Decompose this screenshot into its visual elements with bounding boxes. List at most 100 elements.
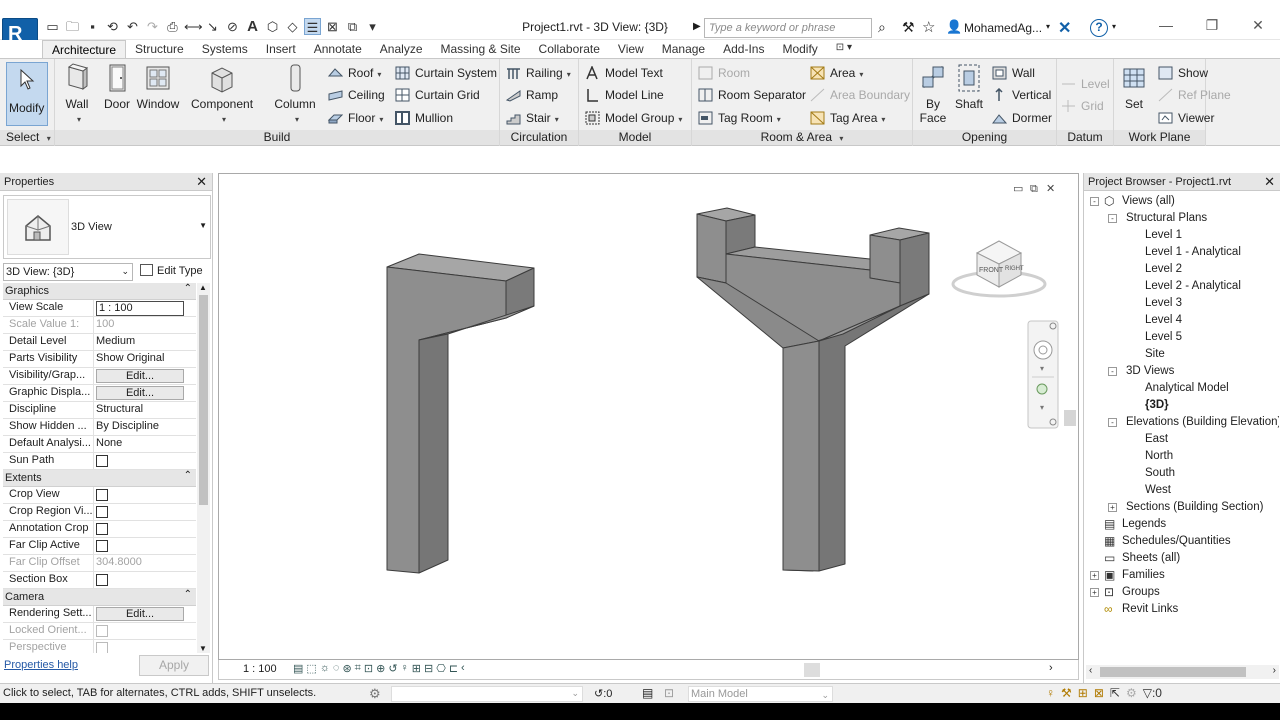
curtain-system-button[interactable]: Curtain System xyxy=(395,64,497,82)
user-dropdown-icon[interactable]: ▾ xyxy=(1046,22,1050,31)
window-button[interactable]: Window xyxy=(136,63,180,111)
close-hidden-icon[interactable]: ⊠ xyxy=(324,18,341,35)
by-face-button[interactable]: By Face xyxy=(913,63,953,125)
show-button[interactable]: Show xyxy=(1158,64,1208,82)
edit-button[interactable]: Edit... xyxy=(96,386,184,400)
tab-analyze[interactable]: Analyze xyxy=(371,40,432,58)
search-expand-icon[interactable]: ▶ xyxy=(693,21,701,32)
constraints-icon[interactable]: ⊏ xyxy=(449,662,458,675)
dimension-icon[interactable]: ↘ xyxy=(204,18,221,35)
property-checkbox[interactable] xyxy=(96,455,108,467)
browser-item[interactable]: - Structural Plans xyxy=(1086,210,1279,227)
browser-item[interactable]: - Elevations (Building Elevation) xyxy=(1086,414,1279,431)
reveal-hidden-icon[interactable]: ♀ xyxy=(401,662,409,675)
tag-room-button[interactable]: Tag Room ▾ xyxy=(698,109,781,127)
user-icon[interactable]: 👤 xyxy=(946,19,962,35)
tab-insert[interactable]: Insert xyxy=(257,40,305,58)
browser-item[interactable]: Level 2 - Analytical xyxy=(1086,278,1279,295)
tab-view[interactable]: View xyxy=(609,40,653,58)
tab-modify[interactable]: Modify xyxy=(773,40,826,58)
worksets-icon[interactable]: ⚙ xyxy=(369,686,381,702)
print-icon[interactable]: ⎙ xyxy=(164,18,181,35)
filter-icon[interactable]: ▽:0 xyxy=(1143,686,1162,700)
zoom-icon[interactable] xyxy=(1036,383,1048,395)
tab-structure[interactable]: Structure xyxy=(126,40,193,58)
panel-room-area-label[interactable]: Room & Area ▾ xyxy=(692,130,912,145)
collapse-icon[interactable]: - xyxy=(1108,214,1117,223)
steering-wheel-icon[interactable] xyxy=(1033,340,1053,360)
level-button[interactable]: Level xyxy=(1061,75,1110,93)
room-button[interactable]: Room xyxy=(698,64,750,82)
view-vertical-scroll-thumb[interactable] xyxy=(1064,410,1076,426)
browser-item[interactable]: -3D Views xyxy=(1086,363,1279,380)
collapse-icon[interactable]: - xyxy=(1090,197,1099,206)
edit-button[interactable]: Edit... xyxy=(96,369,184,383)
expand-icon[interactable]: + xyxy=(1090,588,1099,597)
browser-scrollbar[interactable]: ‹ › xyxy=(1086,665,1279,679)
select-pinned-icon[interactable]: ⊞ xyxy=(1078,686,1088,700)
browser-item[interactable]: Level 2 xyxy=(1086,261,1279,278)
switch-windows-icon[interactable]: ⧉ xyxy=(344,18,361,35)
hscroll-right-icon[interactable]: › xyxy=(1049,662,1053,674)
text-icon[interactable]: A xyxy=(244,18,261,35)
y-shaped-column[interactable] xyxy=(696,207,930,572)
property-checkbox[interactable] xyxy=(96,506,108,518)
roof-button[interactable]: Roof ▾ xyxy=(328,64,381,82)
browser-item[interactable]: Site xyxy=(1086,346,1279,363)
tab-systems[interactable]: Systems xyxy=(193,40,257,58)
property-value[interactable]: By Discipline xyxy=(96,420,159,432)
collapse-icon[interactable]: - xyxy=(1108,418,1117,427)
highlight-displacement-icon[interactable]: ⎔ xyxy=(436,662,446,675)
3d-viewport[interactable]: FRONT RIGHT ▾ ▾ ▭ ⧉ ✕ xyxy=(218,173,1079,660)
section-icon[interactable]: ◇ xyxy=(284,18,301,35)
binoculars-icon[interactable]: ⌕ xyxy=(878,19,886,36)
worksharing-icon[interactable]: ⊞ xyxy=(412,662,421,675)
ribbon-minimize-toggle[interactable]: ⊡ ▾ xyxy=(827,40,861,58)
property-value[interactable]: Show Original xyxy=(96,352,164,364)
browser-item[interactable]: Level 1 - Analytical xyxy=(1086,244,1279,261)
folder-icon[interactable]: 🗀 xyxy=(64,18,81,35)
show-crop-icon[interactable]: ⊡ xyxy=(364,662,373,675)
collapse-group-icon[interactable]: ⌃ xyxy=(184,283,192,294)
model-text-button[interactable]: Model Text xyxy=(585,64,663,82)
type-selector[interactable]: 3D View ▼ xyxy=(3,195,211,259)
tag-area-button[interactable]: Tag Area ▾ xyxy=(810,109,885,127)
active-workset-select[interactable]: ⌄ xyxy=(391,686,583,702)
measure-icon[interactable]: ⟷ xyxy=(184,18,203,35)
background-process-icon[interactable]: ⚙ xyxy=(1126,686,1137,700)
view-window-controls[interactable]: ▭ ⧉ ✕ xyxy=(1013,183,1055,195)
visual-style-icon[interactable]: ⬚ xyxy=(306,662,316,675)
subscription-icon[interactable]: ⚒ xyxy=(902,19,915,36)
vertical-opening-button[interactable]: Vertical xyxy=(992,86,1051,104)
grid-button[interactable]: Grid xyxy=(1061,97,1104,115)
railing-button[interactable]: Railing ▾ xyxy=(506,64,571,82)
favorites-icon[interactable]: ☆ xyxy=(922,18,935,36)
property-checkbox[interactable] xyxy=(96,574,108,586)
minimize-button[interactable]: — xyxy=(1143,14,1189,36)
properties-help-link[interactable]: Properties help xyxy=(4,659,78,671)
navigation-bar[interactable]: ▾ ▾ xyxy=(1027,320,1059,429)
property-checkbox[interactable] xyxy=(96,540,108,552)
column-button[interactable]: Column ▾ xyxy=(270,63,320,125)
property-checkbox[interactable] xyxy=(96,523,108,535)
lock-view-icon[interactable]: ⊕ xyxy=(376,662,385,675)
apply-button[interactable]: Apply xyxy=(139,655,209,676)
analytical-model-icon[interactable]: ⊟ xyxy=(424,662,433,675)
collapse-group-icon[interactable]: ⌃ xyxy=(184,470,192,481)
detail-level-icon[interactable]: ▤ xyxy=(293,662,303,675)
select-by-face-icon[interactable]: ⊠ xyxy=(1094,686,1104,700)
type-dropdown-icon[interactable]: ▼ xyxy=(199,221,207,230)
browser-item[interactable]: ∞ Revit Links xyxy=(1086,601,1279,618)
property-value[interactable]: Structural xyxy=(96,403,143,415)
l-shaped-column[interactable] xyxy=(386,253,535,574)
floor-button[interactable]: Floor ▾ xyxy=(328,109,383,127)
property-group-extents[interactable]: Extents ⌃ xyxy=(3,470,196,487)
browser-item[interactable]: + ⊡ Groups xyxy=(1086,584,1279,601)
help-dropdown-icon[interactable]: ▾ xyxy=(1112,22,1116,31)
viewer-button[interactable]: Viewer xyxy=(1158,109,1214,127)
default-3d-view-icon[interactable]: ⬡ xyxy=(264,18,281,35)
model-line-button[interactable]: Model Line xyxy=(585,86,664,104)
browser-item[interactable]: East xyxy=(1086,431,1279,448)
3d-model-canvas[interactable]: FRONT RIGHT ▾ ▾ ▭ ⧉ ✕ xyxy=(219,174,1079,660)
ref-plane-button[interactable]: Ref Plane xyxy=(1158,86,1231,104)
